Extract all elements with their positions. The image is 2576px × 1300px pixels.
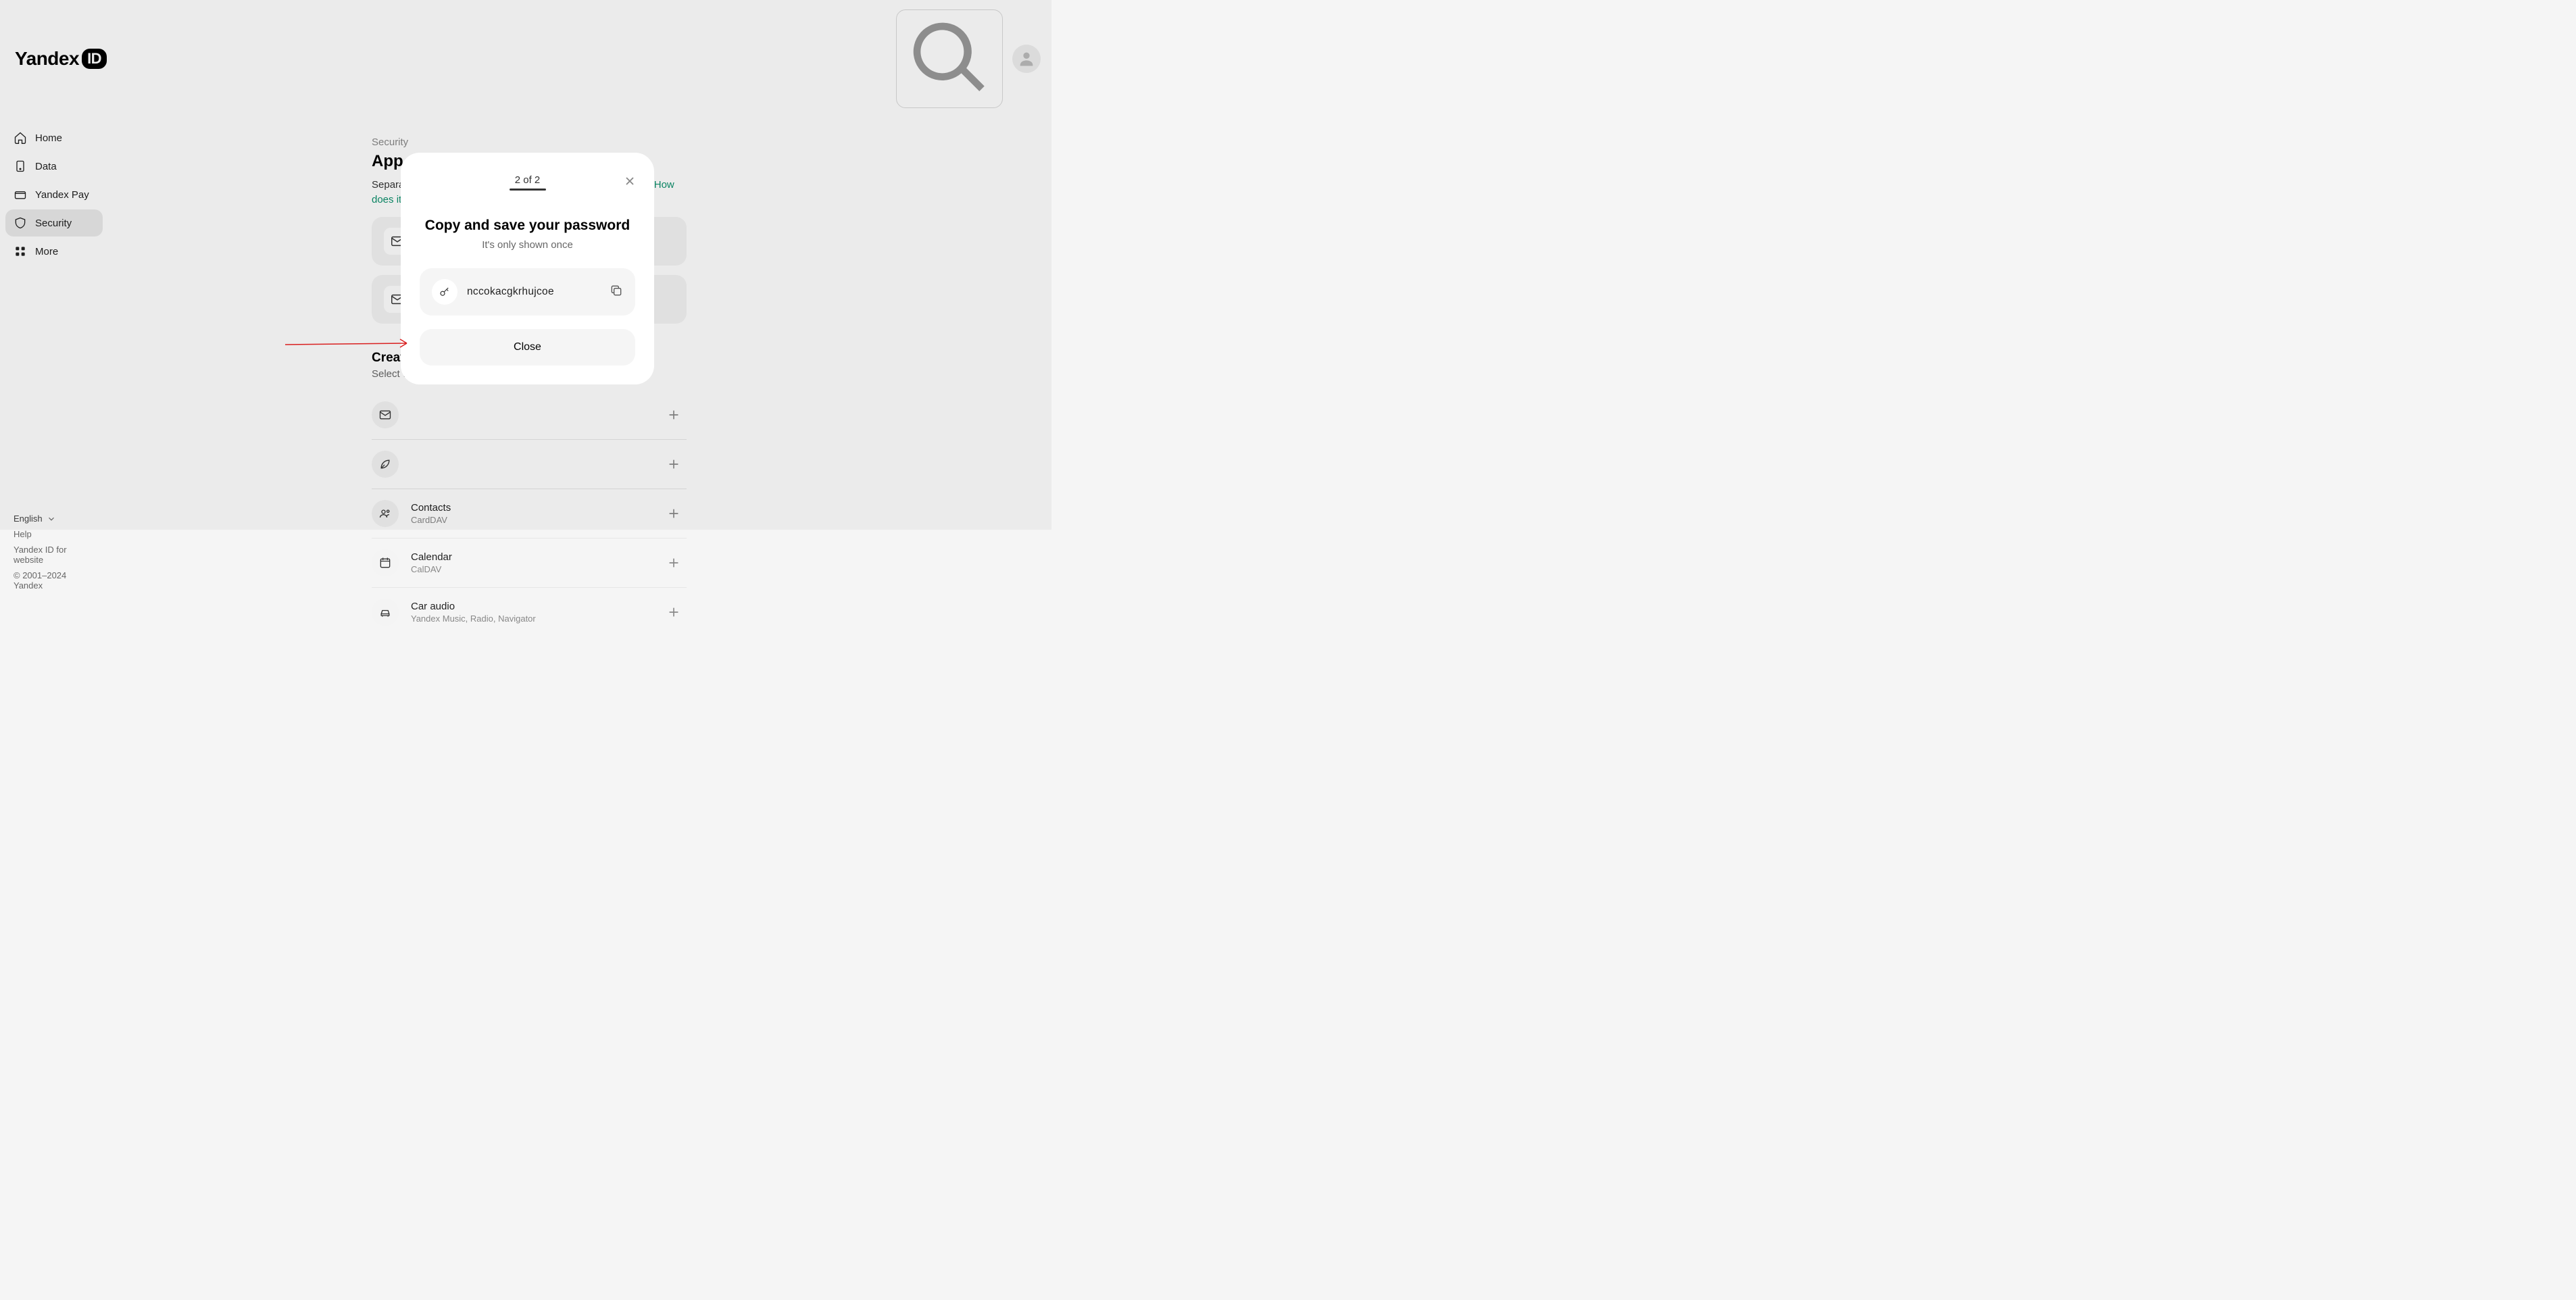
close-icon	[623, 174, 637, 188]
help-link[interactable]: Help	[14, 529, 95, 539]
plus-icon	[666, 555, 681, 570]
copyright: © 2001–2024 Yandex	[14, 570, 95, 591]
password-modal: 2 of 2 Copy and save your password It's …	[401, 153, 654, 384]
copy-button[interactable]	[610, 284, 623, 301]
close-button[interactable]: Close	[420, 329, 635, 366]
id-website-link[interactable]: Yandex ID for website	[14, 545, 95, 565]
row-title: Car audio	[411, 601, 536, 612]
calendar-icon	[378, 556, 392, 570]
annotation-arrow	[285, 336, 420, 356]
modal-close-button[interactable]	[620, 172, 639, 191]
modal-title: Copy and save your password	[420, 218, 635, 234]
create-row-car-audio[interactable]: Car audio Yandex Music, Radio, Navigator	[372, 588, 687, 636]
password-display: nccokacgkrhujcoe	[420, 268, 635, 316]
create-row-calendar[interactable]: Calendar CalDAV	[372, 539, 687, 588]
car-icon	[378, 605, 392, 619]
row-title: Calendar	[411, 551, 452, 563]
modal-subtitle: It's only shown once	[420, 239, 635, 251]
copy-icon	[610, 284, 623, 297]
row-sub: CalDAV	[411, 564, 452, 574]
password-text: nccokacgkrhujcoe	[467, 286, 600, 298]
plus-icon	[666, 605, 681, 620]
row-sub: Yandex Music, Radio, Navigator	[411, 614, 536, 624]
key-icon	[439, 286, 451, 298]
modal-step-indicator: 2 of 2	[505, 174, 550, 195]
